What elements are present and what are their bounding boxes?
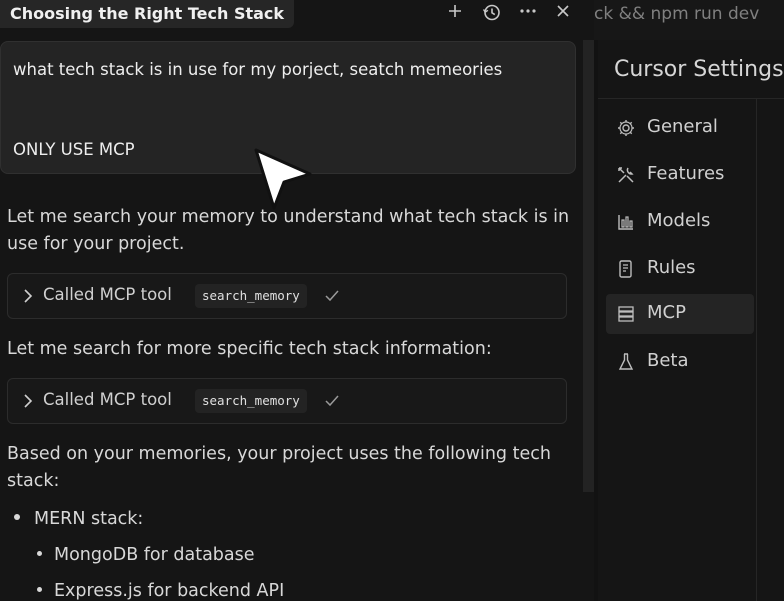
list-item-text: MongoDB for database bbox=[54, 545, 255, 565]
settings-nav-general[interactable]: General bbox=[606, 108, 754, 148]
bullet-dot bbox=[37, 550, 42, 556]
settings-nav-beta[interactable]: Beta bbox=[606, 342, 754, 382]
tool-call-1[interactable]: Called MCP tool search_memory bbox=[7, 273, 567, 319]
chat-scrollbar[interactable] bbox=[583, 40, 594, 492]
chat-header: Choosing the Right Tech Stack bbox=[0, 0, 594, 30]
cursor-settings-panel: Cursor Settings General Features Models bbox=[598, 40, 784, 601]
terminal-strip: ck && npm run dev bbox=[594, 0, 784, 40]
tool-call-2[interactable]: Called MCP tool search_memory bbox=[7, 378, 567, 424]
list-item: Express.js for backend API bbox=[37, 581, 284, 601]
nav-label: Rules bbox=[647, 257, 696, 278]
chat-title[interactable]: Choosing the Right Tech Stack bbox=[0, 0, 295, 28]
settings-nav-features[interactable]: Features bbox=[606, 155, 754, 195]
nav-label: Features bbox=[647, 163, 725, 184]
chevron-right-icon bbox=[22, 391, 34, 415]
settings-nav-models[interactable]: Models bbox=[606, 202, 754, 242]
bullet-dot bbox=[14, 514, 20, 520]
gear-icon bbox=[616, 118, 636, 138]
nav-label: Beta bbox=[647, 350, 689, 371]
document-icon bbox=[616, 259, 636, 279]
mouse-pointer-icon bbox=[250, 148, 320, 222]
tool-call-label: Called MCP tool bbox=[43, 390, 172, 409]
tool-name-badge: search_memory bbox=[195, 389, 307, 413]
tools-icon bbox=[616, 165, 636, 185]
check-icon bbox=[324, 285, 340, 309]
check-icon bbox=[324, 390, 340, 414]
terminal-command: ck && npm run dev bbox=[594, 4, 760, 24]
nav-label: Models bbox=[647, 210, 711, 231]
close-icon[interactable] bbox=[552, 3, 574, 25]
list-item: MERN stack: bbox=[14, 509, 143, 529]
tool-call-label: Called MCP tool bbox=[43, 285, 172, 304]
chevron-right-icon bbox=[22, 286, 34, 310]
list-item-text: MERN stack: bbox=[34, 509, 144, 529]
nav-label: General bbox=[647, 116, 718, 137]
assistant-message-2: Let me search for more specific tech sta… bbox=[7, 339, 492, 359]
history-icon[interactable] bbox=[480, 3, 502, 25]
bullet-dot bbox=[37, 586, 42, 592]
prompt-line-2: ONLY USE MCP bbox=[13, 140, 135, 159]
list-item: MongoDB for database bbox=[37, 545, 255, 565]
prompt-line-1: what tech stack is in use for my porject… bbox=[13, 60, 503, 79]
settings-nav-rules[interactable]: Rules bbox=[606, 249, 754, 289]
settings-nav-mcp[interactable]: MCP bbox=[606, 294, 754, 334]
chart-icon bbox=[616, 212, 636, 232]
flask-icon bbox=[616, 352, 636, 372]
assistant-message-3: Based on your memories, your project use… bbox=[7, 444, 551, 491]
more-icon[interactable] bbox=[517, 3, 539, 25]
list-item-text: Express.js for backend API bbox=[54, 581, 285, 601]
editor-area: ck && npm run dev Cursor Settings Genera… bbox=[594, 0, 784, 601]
tool-name-badge: search_memory bbox=[195, 284, 307, 308]
settings-title: Cursor Settings bbox=[614, 57, 784, 82]
plus-icon[interactable] bbox=[444, 3, 466, 25]
nav-label: MCP bbox=[647, 302, 686, 323]
divider bbox=[756, 99, 757, 601]
chat-panel: Choosing the Right Tech Stack what tech … bbox=[0, 0, 594, 601]
server-icon bbox=[616, 304, 636, 324]
